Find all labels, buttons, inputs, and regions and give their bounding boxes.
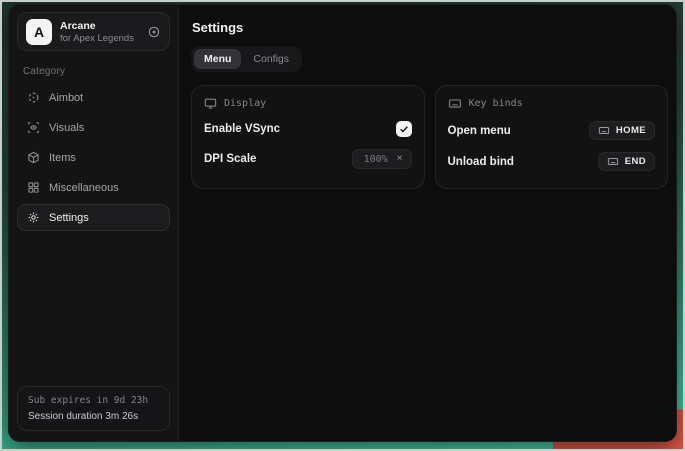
session-card: Sub expires in 9d 23h Session duration 3…: [17, 386, 170, 431]
dpi-label: DPI Scale: [204, 153, 256, 165]
sidebar-item-items[interactable]: Items: [17, 144, 170, 171]
keyboard-icon: [598, 125, 610, 136]
sidebar-item-label: Aimbot: [49, 92, 83, 104]
grid-icon: [27, 181, 40, 194]
sidebar: A Arcane for Apex Legends Category Aimbo…: [9, 5, 179, 441]
target-icon[interactable]: [147, 25, 161, 39]
keyboard-icon: [607, 156, 619, 167]
monitor-icon: [204, 97, 217, 110]
keybinds-card-title: Key binds: [469, 98, 523, 109]
sidebar-item-miscellaneous[interactable]: Miscellaneous: [17, 174, 170, 201]
keybind-value: END: [625, 156, 646, 167]
keybinds-card: Key binds Open menu HOME Unload bin: [435, 85, 669, 189]
unload-bind-row: Unload bind END: [448, 146, 656, 177]
page-title: Settings: [192, 20, 668, 35]
main-panel: Settings Menu Configs Display Enable VSy…: [179, 5, 676, 441]
session-duration-text: Session duration 3m 26s: [28, 411, 159, 422]
brand-text: Arcane for Apex Legends: [60, 20, 134, 44]
tab-group: Menu Configs: [191, 46, 302, 72]
unload-bind-label: Unload bind: [448, 156, 514, 168]
gear-icon: [27, 211, 40, 224]
app-subtitle: for Apex Legends: [60, 33, 134, 44]
keybinds-card-header: Key binds: [448, 97, 656, 110]
sidebar-item-label: Miscellaneous: [49, 182, 119, 194]
sidebar-item-label: Visuals: [49, 122, 84, 134]
open-menu-row: Open menu HOME: [448, 115, 656, 146]
settings-cards-row: Display Enable VSync DPI Scale: [191, 85, 668, 189]
app-window: A Arcane for Apex Legends Category Aimbo…: [8, 4, 677, 442]
display-card-header: Display: [204, 97, 412, 110]
dpi-row: DPI Scale ×: [204, 143, 412, 175]
sidebar-item-label: Settings: [49, 212, 89, 224]
sidebar-item-visuals[interactable]: Visuals: [17, 114, 170, 141]
sidebar-item-settings[interactable]: Settings: [17, 204, 170, 231]
open-menu-keybind-button[interactable]: HOME: [589, 121, 655, 140]
display-card: Display Enable VSync DPI Scale: [191, 85, 425, 189]
tab-menu[interactable]: Menu: [194, 49, 241, 69]
keybind-value: HOME: [616, 125, 646, 136]
category-label: Category: [23, 66, 164, 77]
open-menu-label: Open menu: [448, 125, 511, 137]
cube-icon: [27, 151, 40, 164]
dpi-scale-input[interactable]: [360, 154, 392, 165]
app-name: Arcane: [60, 20, 134, 32]
unload-keybind-button[interactable]: END: [598, 152, 655, 171]
app-logo: A: [26, 19, 52, 45]
vsync-label: Enable VSync: [204, 123, 280, 135]
vsync-checkbox[interactable]: [396, 121, 412, 137]
sidebar-item-label: Items: [49, 152, 76, 164]
vsync-row: Enable VSync: [204, 115, 412, 143]
eye-icon: [27, 121, 40, 134]
display-card-title: Display: [224, 98, 266, 109]
sub-expiry-text: Sub expires in 9d 23h: [28, 395, 159, 406]
dpi-scale-control: ×: [352, 149, 412, 169]
keyboard-icon: [448, 97, 462, 110]
clear-icon[interactable]: ×: [396, 154, 404, 164]
brand-card: A Arcane for Apex Legends: [17, 12, 170, 51]
crosshair-icon: [27, 91, 40, 104]
check-icon: [399, 124, 409, 134]
tab-configs[interactable]: Configs: [243, 49, 299, 69]
sidebar-item-aimbot[interactable]: Aimbot: [17, 84, 170, 111]
